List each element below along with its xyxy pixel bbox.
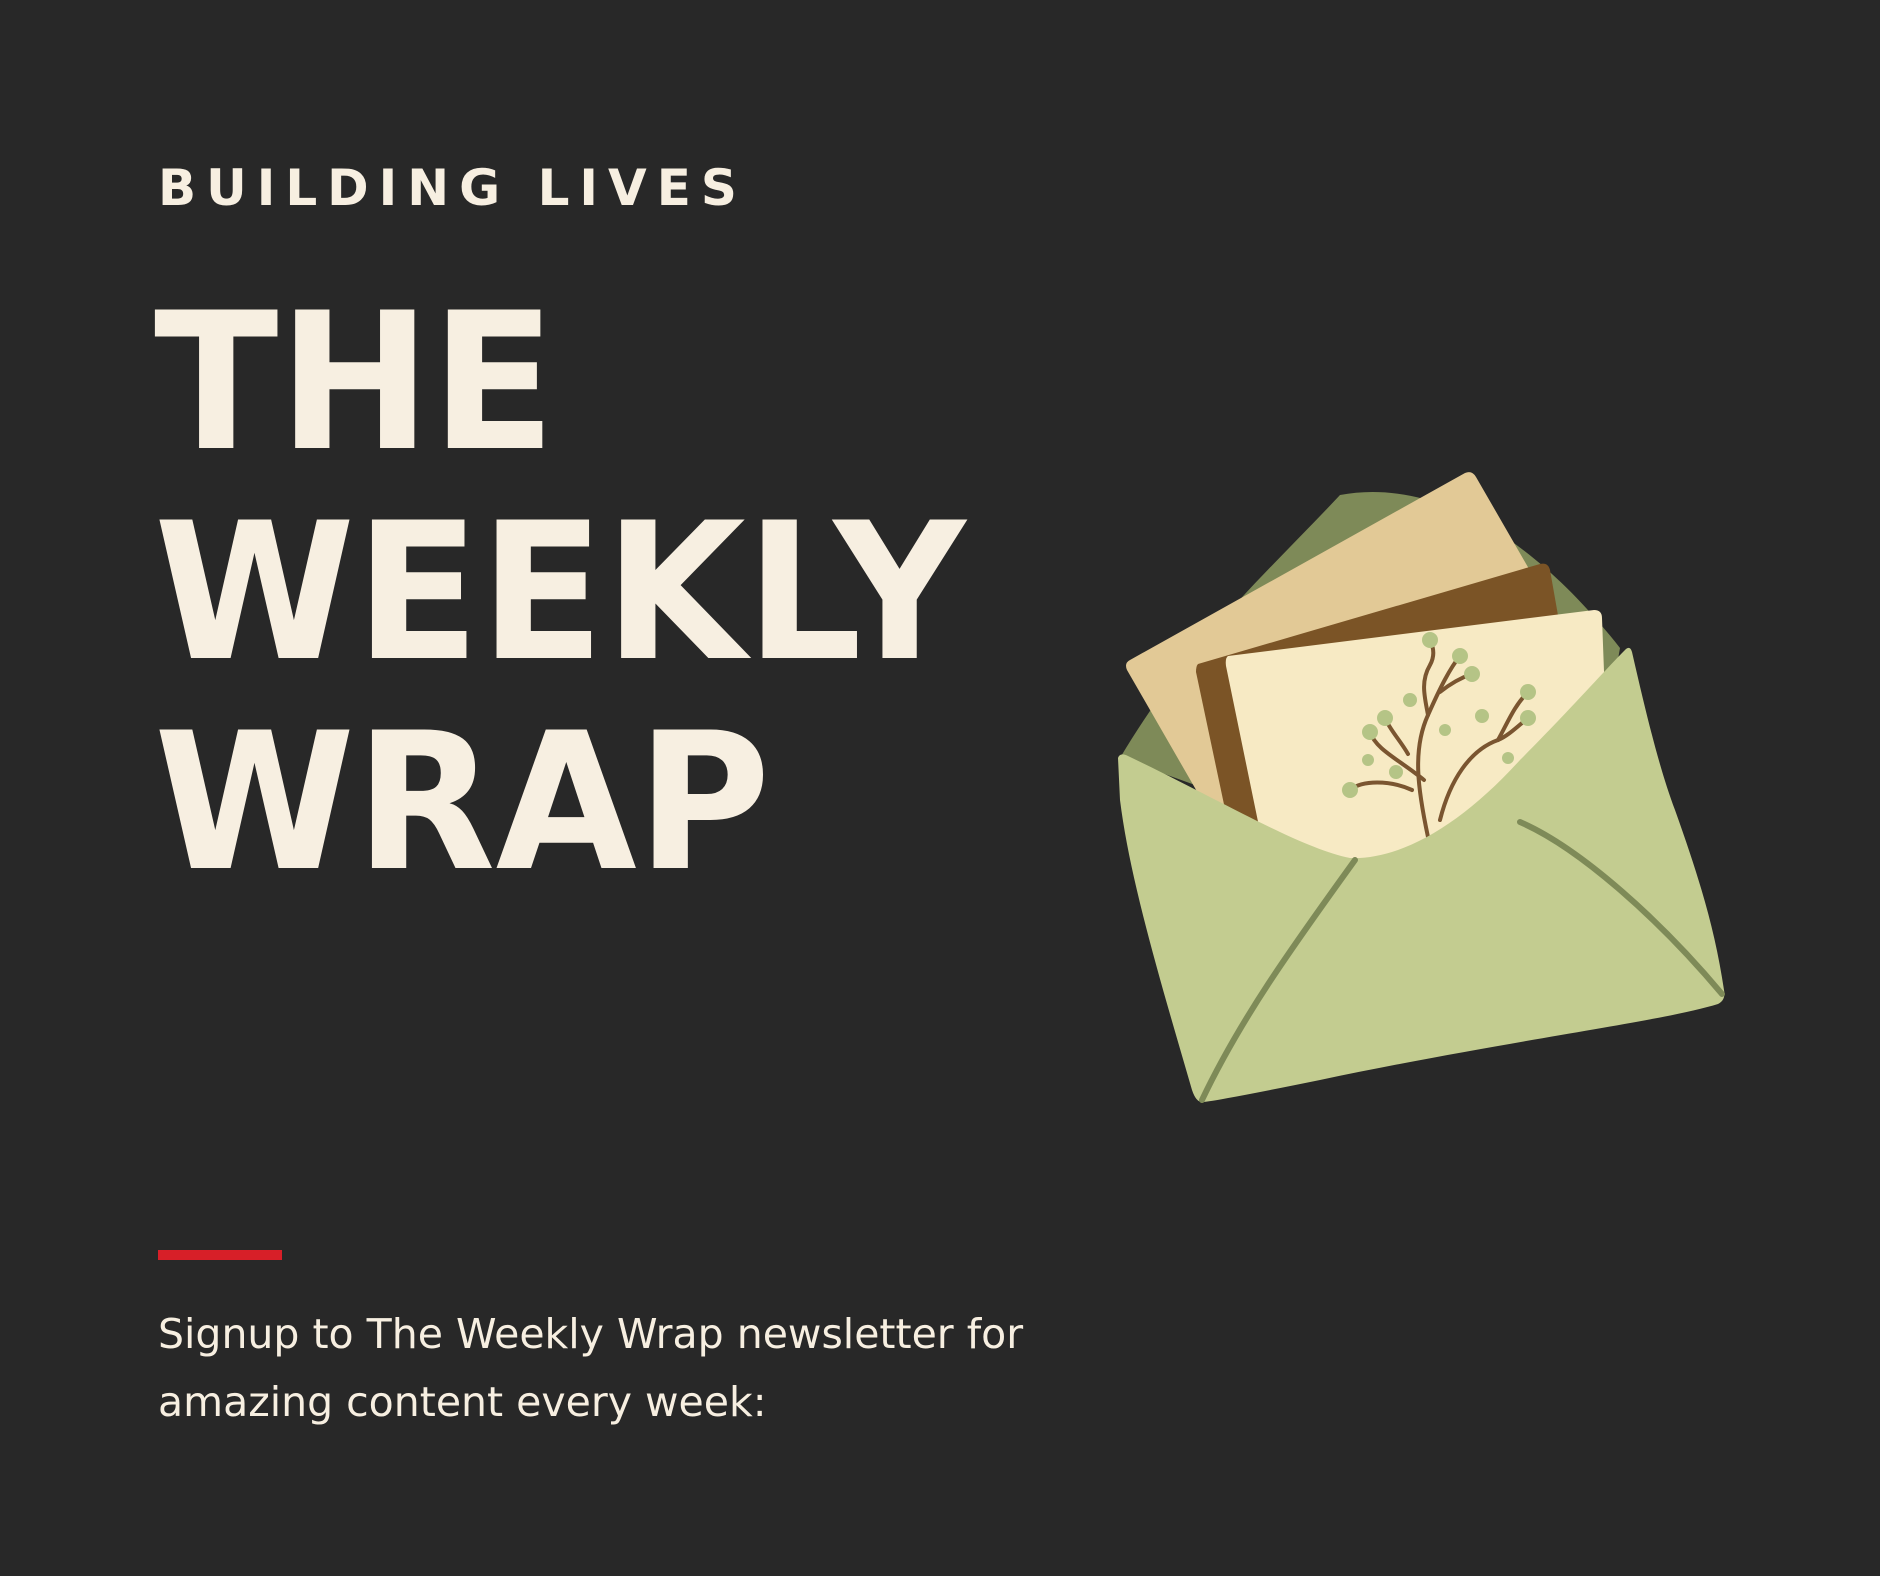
envelope-with-letters-icon xyxy=(1118,472,1725,1103)
headline: THE WEEKLY WRAP xyxy=(154,278,966,908)
accent-divider xyxy=(158,1250,282,1260)
headline-line-1: THE xyxy=(154,272,556,493)
signup-description: Signup to The Weekly Wrap newsletter for… xyxy=(158,1310,1024,1426)
newsletter-banner: BUILDING LIVES THE WEEKLY WRAP Signup to… xyxy=(0,0,1880,1576)
headline-line-3: WRAP xyxy=(154,692,771,913)
eyebrow-text: BUILDING LIVES xyxy=(158,159,747,217)
headline-line-2: WEEKLY xyxy=(154,482,966,703)
